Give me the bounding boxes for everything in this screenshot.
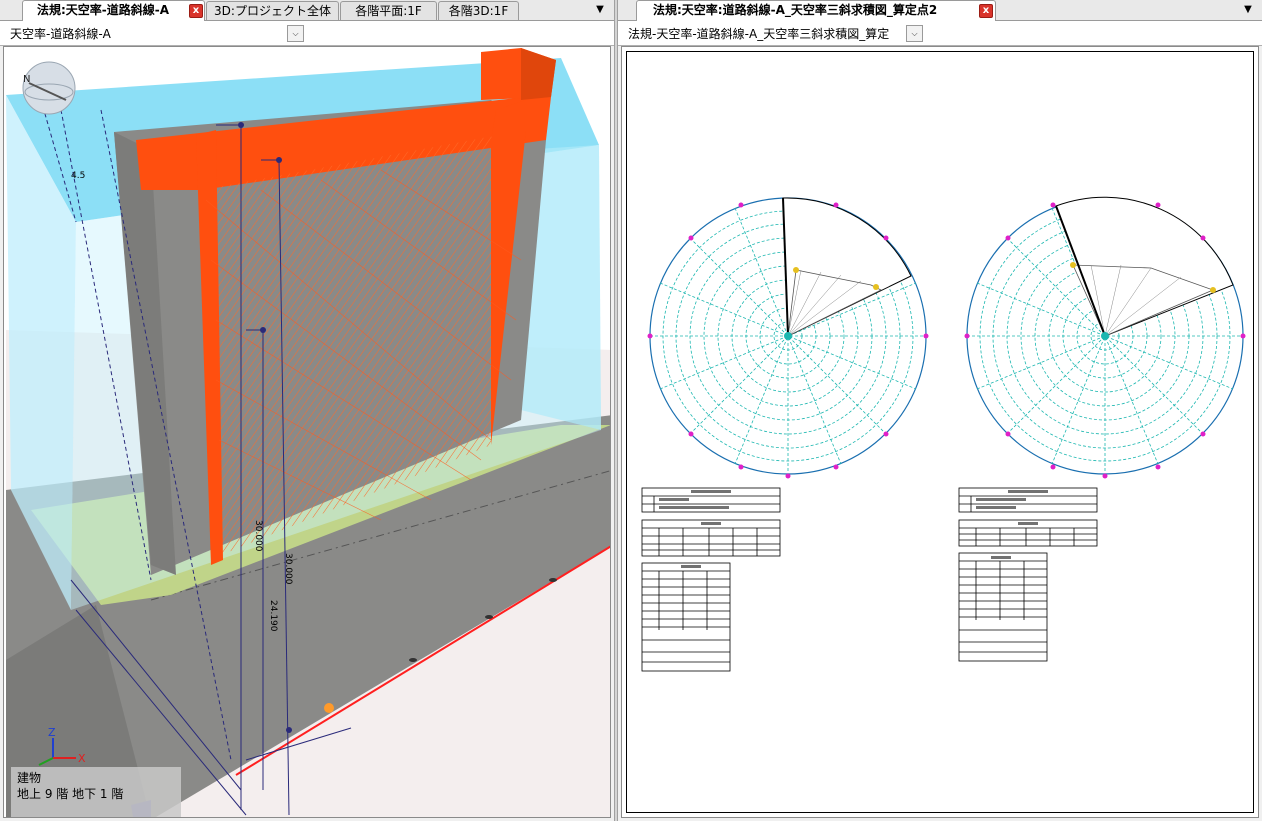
compass-widget[interactable]: N bbox=[22, 61, 76, 115]
chevron-down-icon[interactable]: ⌵ bbox=[906, 25, 923, 42]
tab-sky-factor-diagram[interactable]: 法規:天空率:道路斜線-A_天空率三斜求積図_算定点2 x bbox=[636, 0, 996, 21]
view-name-label[interactable]: 天空率-道路斜線-A bbox=[10, 25, 111, 42]
close-icon[interactable]: x bbox=[189, 4, 203, 18]
compass-north-label: N bbox=[23, 74, 30, 85]
tab-label: 法規:天空率-道路斜線-A bbox=[37, 3, 170, 17]
tab-label: 法規:天空率:道路斜線-A_天空率三斜求積図_算定点2 bbox=[653, 3, 938, 17]
building-label: 建物 bbox=[17, 771, 42, 785]
sky-factor-diagrams bbox=[641, 196, 1246, 672]
right-view-pane: 法規:天空率:道路斜線-A_天空率三斜求積図_算定点2 x ▼ 法規-天空率-道… bbox=[618, 0, 1262, 821]
tab-3d-project[interactable]: 3D:プロジェクト全体 bbox=[206, 1, 339, 20]
left-tab-bar: 法規:天空率-道路斜線-A x 3D:プロジェクト全体 各階平面:1F 各階3D… bbox=[0, 0, 614, 21]
view-selector-bar: 法規-天空率-道路斜線-A_天空率三斜求積図_算定 ⌵ bbox=[618, 21, 1262, 46]
measure-point-marker[interactable] bbox=[324, 703, 334, 713]
dimension-label: 30.000 bbox=[283, 553, 293, 585]
calc-table-right bbox=[958, 487, 1098, 662]
building-info-panel: 建物 地上 9 階 地下 1 階 bbox=[11, 767, 181, 817]
tab-list-menu-icon[interactable]: ▼ bbox=[592, 2, 608, 18]
view-selector-bar: 天空率-道路斜線-A ⌵ bbox=[0, 21, 614, 46]
view-name-label[interactable]: 法規-天空率-道路斜線-A_天空率三斜求積図_算定 bbox=[628, 25, 889, 42]
chevron-down-icon[interactable]: ⌵ bbox=[287, 25, 304, 42]
3d-viewport[interactable]: 30.000 30.000 24.190 4.5 N Z X 建物 地上 9 階… bbox=[3, 46, 611, 818]
sky-chart-right bbox=[964, 196, 1246, 479]
dimension-label: 30.000 bbox=[253, 520, 263, 552]
right-tab-bar: 法規:天空率:道路斜線-A_天空率三斜求積図_算定点2 x ▼ bbox=[618, 0, 1262, 21]
drawing-sheet-area[interactable] bbox=[621, 46, 1259, 818]
tab-label: 各階平面:1F bbox=[355, 4, 422, 18]
dimension-label: 4.5 bbox=[71, 171, 85, 181]
tab-label: 各階3D:1F bbox=[448, 4, 509, 18]
tab-list-menu-icon[interactable]: ▼ bbox=[1240, 2, 1256, 18]
left-view-pane: 法規:天空率-道路斜線-A x 3D:プロジェクト全体 各階平面:1F 各階3D… bbox=[0, 0, 614, 821]
calc-table-left bbox=[641, 487, 781, 672]
tab-sky-factor-road[interactable]: 法規:天空率-道路斜線-A x bbox=[22, 0, 205, 21]
tab-floor-3d-1f[interactable]: 各階3D:1F bbox=[438, 1, 519, 20]
close-icon[interactable]: x bbox=[979, 4, 993, 18]
dimension-label: 24.190 bbox=[268, 600, 278, 632]
drawing-sheet bbox=[626, 51, 1254, 813]
floor-count-label: 地上 9 階 地下 1 階 bbox=[17, 787, 124, 801]
svg-text:Z: Z bbox=[48, 726, 56, 739]
svg-text:X: X bbox=[78, 752, 86, 765]
tab-floor-plan-1f[interactable]: 各階平面:1F bbox=[340, 1, 437, 20]
tab-label: 3D:プロジェクト全体 bbox=[214, 4, 331, 18]
3d-model-canvas[interactable]: 30.000 30.000 24.190 4.5 N Z X bbox=[4, 47, 610, 817]
sky-chart-left bbox=[647, 197, 929, 479]
